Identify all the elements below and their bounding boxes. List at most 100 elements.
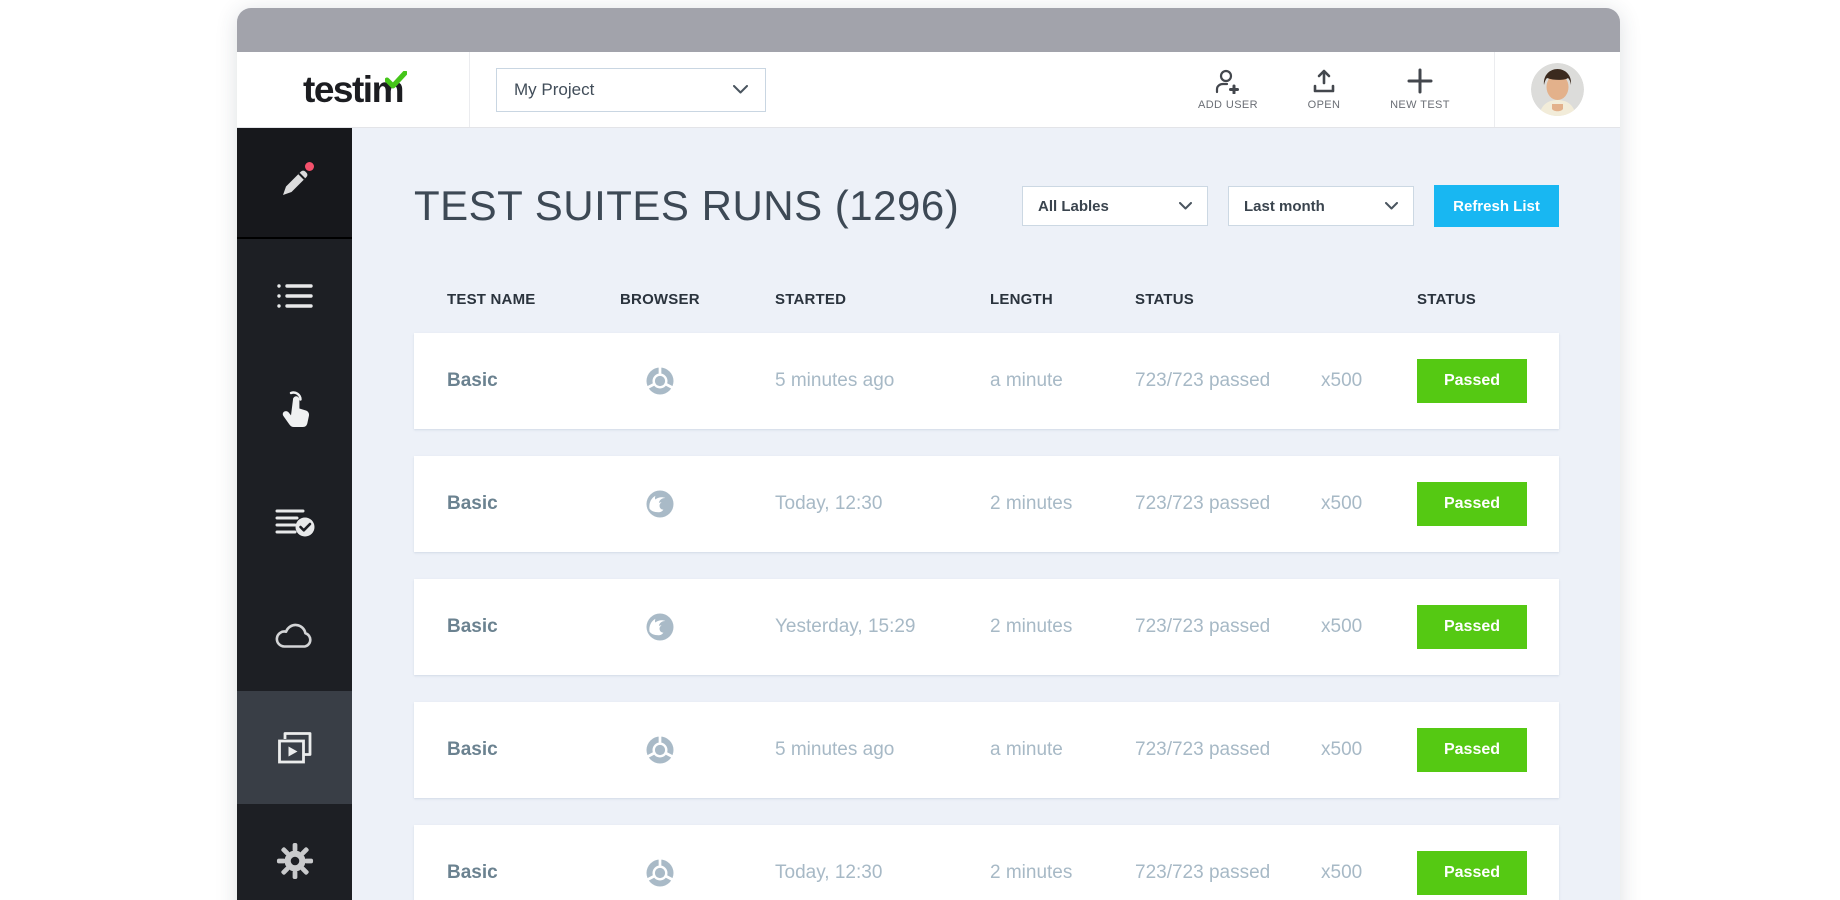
- chrome-icon: [646, 858, 674, 887]
- column-header-started: STARTED: [775, 291, 847, 308]
- chevron-down-icon: [733, 85, 748, 94]
- open-button[interactable]: OPEN: [1276, 62, 1372, 117]
- add-user-label: ADD USER: [1197, 99, 1259, 111]
- browser-cell: [620, 858, 775, 888]
- date-range-filter-select[interactable]: Last month: [1228, 186, 1414, 226]
- started-cell: 5 minutes ago: [775, 370, 895, 391]
- new-test-label: NEW TEST: [1390, 99, 1450, 111]
- browser-cell: [620, 366, 775, 396]
- list-icon: [276, 281, 314, 311]
- started-cell: Yesterday, 15:29: [775, 616, 916, 637]
- test-name-cell: Basic: [447, 862, 498, 883]
- status-text-cell: 723/723 passed: [1135, 493, 1271, 514]
- column-header-length: LENGTH: [990, 291, 1053, 308]
- test-results-icon: [275, 505, 315, 539]
- avatar[interactable]: [1531, 63, 1584, 116]
- status-text-cell: 723/723 passed: [1135, 739, 1271, 760]
- labels-filter-value: All Lables: [1038, 197, 1109, 215]
- run-count-cell: x500: [1321, 862, 1363, 883]
- table-row[interactable]: Basic 5 minutes ago a minute 723/723 pas…: [414, 702, 1559, 798]
- firefox-icon: [646, 490, 674, 518]
- suite-runs-icon: [276, 730, 314, 766]
- hand-pointer-icon: [277, 389, 313, 429]
- sidebar-item-cloud[interactable]: [237, 578, 352, 691]
- browser-cell: [620, 489, 775, 519]
- sidebar-item-actions[interactable]: [237, 352, 352, 465]
- test-name-cell: Basic: [447, 616, 498, 637]
- status-text-cell: 723/723 passed: [1135, 370, 1271, 391]
- status-text-cell: 723/723 passed: [1135, 616, 1271, 637]
- test-name-cell: Basic: [447, 370, 498, 391]
- status-badge[interactable]: Passed: [1417, 605, 1527, 649]
- length-cell: 2 minutes: [990, 616, 1073, 637]
- test-name-cell: Basic: [447, 493, 498, 514]
- title-row: TEST SUITES RUNS (1296) All Lables Last …: [414, 178, 1559, 234]
- table-header: TEST NAME BROWSER STARTED LENGTH STATUS …: [414, 291, 1559, 308]
- chevron-down-icon: [1179, 202, 1192, 210]
- length-cell: a minute: [990, 739, 1063, 760]
- chrome-icon: [646, 735, 674, 764]
- app-header: testi m My Project ADD USER OPEN NEW TES…: [237, 52, 1620, 128]
- run-count-cell: x500: [1321, 739, 1363, 760]
- cloud-icon: [274, 620, 316, 650]
- logo-text: testi: [303, 68, 373, 110]
- logo-container: testi m: [237, 52, 470, 127]
- header-actions: ADD USER OPEN NEW TEST: [1180, 52, 1494, 127]
- started-cell: Today, 12:30: [775, 862, 883, 883]
- length-cell: a minute: [990, 370, 1063, 391]
- sidebar: [237, 128, 352, 900]
- length-cell: 2 minutes: [990, 493, 1073, 514]
- app-body: TEST SUITES RUNS (1296) All Lables Last …: [237, 128, 1620, 900]
- test-runs-list: Basic 5 minutes ago a minute 723/723 pas…: [414, 333, 1559, 900]
- sidebar-item-test-list[interactable]: [237, 239, 352, 352]
- new-test-button[interactable]: NEW TEST: [1372, 62, 1468, 117]
- status-badge[interactable]: Passed: [1417, 851, 1527, 895]
- browser-cell: [620, 735, 775, 765]
- filters: All Lables Last month Refresh List: [1022, 185, 1559, 227]
- sidebar-item-suite-runs[interactable]: [237, 691, 352, 804]
- gear-icon: [276, 842, 314, 880]
- sidebar-item-editor[interactable]: [237, 128, 352, 239]
- status-badge[interactable]: Passed: [1417, 728, 1527, 772]
- status-text-cell: 723/723 passed: [1135, 862, 1271, 883]
- project-select[interactable]: My Project: [496, 67, 766, 112]
- status-badge[interactable]: Passed: [1417, 359, 1527, 403]
- add-user-icon: [1214, 68, 1242, 94]
- date-range-filter-value: Last month: [1244, 197, 1325, 215]
- window-titlebar: [237, 8, 1620, 52]
- table-row[interactable]: Basic Today, 12:30 2 minutes 723/723 pas…: [414, 456, 1559, 552]
- table-row[interactable]: Basic 5 minutes ago a minute 723/723 pas…: [414, 333, 1559, 429]
- new-test-icon: [1407, 68, 1433, 94]
- open-label: OPEN: [1307, 99, 1341, 111]
- page-title: TEST SUITES RUNS (1296): [414, 182, 960, 229]
- column-header-status: STATUS: [1135, 291, 1194, 308]
- run-count-cell: x500: [1321, 616, 1363, 637]
- refresh-list-button[interactable]: Refresh List: [1434, 185, 1559, 227]
- testim-logo: testi m: [303, 68, 407, 111]
- column-header-test-name: TEST NAME: [447, 291, 536, 308]
- app-window: testi m My Project ADD USER OPEN NEW TES…: [237, 8, 1620, 900]
- run-count-cell: x500: [1321, 493, 1363, 514]
- open-icon: [1311, 68, 1337, 94]
- sidebar-item-test-results[interactable]: [237, 465, 352, 578]
- labels-filter-select[interactable]: All Lables: [1022, 186, 1208, 226]
- notification-dot: [305, 162, 314, 171]
- avatar-container: [1495, 52, 1620, 127]
- add-user-button[interactable]: ADD USER: [1180, 62, 1276, 117]
- started-cell: Today, 12:30: [775, 493, 883, 514]
- chrome-icon: [646, 366, 674, 395]
- test-name-cell: Basic: [447, 739, 498, 760]
- status-badge[interactable]: Passed: [1417, 482, 1527, 526]
- screen: testi m My Project ADD USER OPEN NEW TES…: [0, 0, 1840, 900]
- sidebar-item-settings[interactable]: [237, 804, 352, 900]
- firefox-icon: [646, 613, 674, 641]
- started-cell: 5 minutes ago: [775, 739, 895, 760]
- length-cell: 2 minutes: [990, 862, 1073, 883]
- table-row[interactable]: Basic Today, 12:30 2 minutes 723/723 pas…: [414, 825, 1559, 900]
- main-content: TEST SUITES RUNS (1296) All Lables Last …: [352, 128, 1620, 900]
- column-header-browser: BROWSER: [620, 291, 700, 308]
- browser-cell: [620, 612, 775, 642]
- logo-check-icon: [384, 70, 407, 89]
- table-row[interactable]: Basic Yesterday, 15:29 2 minutes 723/723…: [414, 579, 1559, 675]
- run-count-cell: x500: [1321, 370, 1363, 391]
